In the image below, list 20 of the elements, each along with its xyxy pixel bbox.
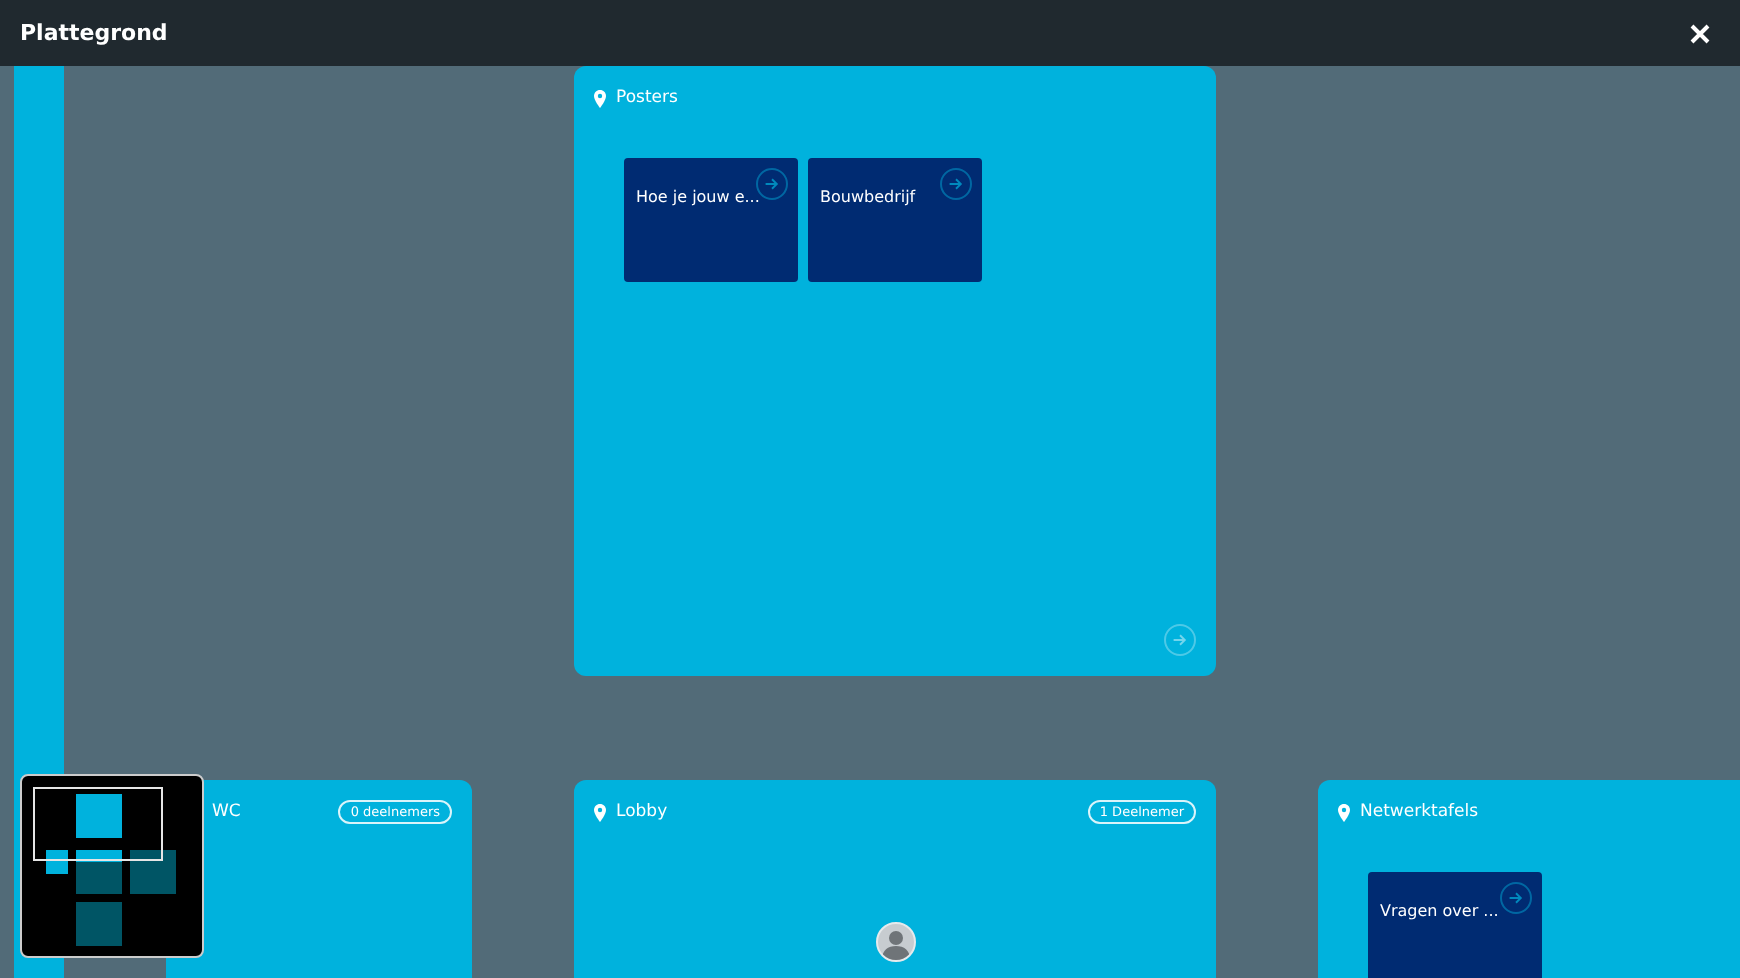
close-icon [1690,23,1710,43]
room-name: Netwerktafels [1360,802,1479,822]
session-card[interactable]: Bouwbedrijf [808,158,982,282]
room-name: WC [212,802,241,822]
avatar [875,922,915,962]
arrow-icon [764,176,780,192]
window-title: Plattegrond [20,20,168,46]
room-name: Posters [616,88,678,108]
arrow-icon [1508,890,1524,906]
session-title: Hoe je jouw e... [636,188,760,208]
room-name: Lobby [616,802,668,822]
session-card[interactable]: Hoe je jouw e... [624,158,798,282]
arrow-icon [948,176,964,192]
session-title: Vragen over ... [1380,902,1499,922]
arrow-icon [1172,632,1188,648]
open-button[interactable] [940,168,972,200]
open-button[interactable] [756,168,788,200]
open-button[interactable] [1500,882,1532,914]
session-title: Bouwbedrijf [820,188,916,208]
session-card[interactable]: Vragen over ... [1368,872,1542,978]
